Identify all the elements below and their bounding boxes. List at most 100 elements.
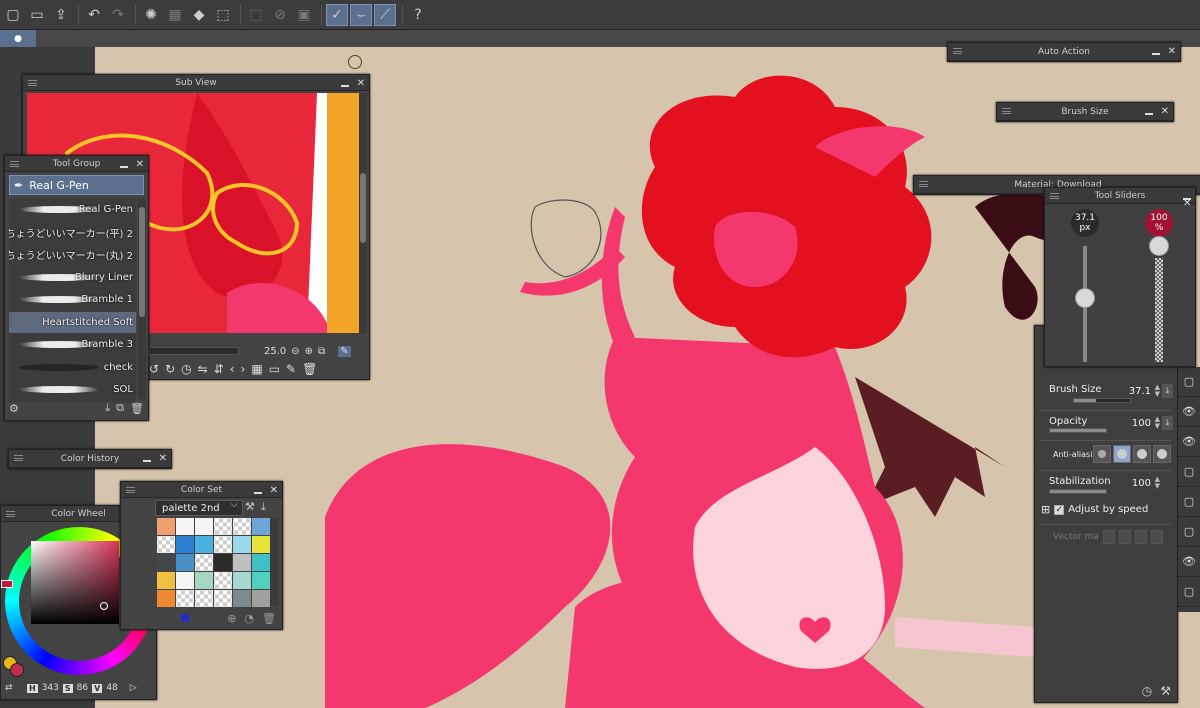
color-swatch[interactable] xyxy=(214,554,232,571)
color-swatch[interactable] xyxy=(157,536,175,553)
opacity-slider-track[interactable] xyxy=(1155,258,1163,362)
clear-icon[interactable]: ✺ xyxy=(140,4,162,26)
zoom-in-icon[interactable]: ⊕ xyxy=(305,346,313,357)
color-swatch[interactable] xyxy=(176,554,194,571)
layer-toggle[interactable]: ▢ xyxy=(1178,457,1200,487)
color-swatch[interactable] xyxy=(195,554,213,571)
color-swatch[interactable] xyxy=(252,590,270,607)
download-icon[interactable]: ⤓ xyxy=(1162,416,1173,430)
opacity-value[interactable]: 100 xyxy=(1132,418,1151,429)
color-swatch[interactable] xyxy=(233,518,251,535)
folder-icon[interactable]: ▭ xyxy=(269,362,280,376)
settings-icon[interactable]: ⚙ xyxy=(9,402,19,415)
minimize-icon[interactable] xyxy=(142,460,151,462)
minimize-icon[interactable] xyxy=(1151,53,1160,55)
color-swatch[interactable] xyxy=(157,572,175,589)
brush-item[interactable]: check xyxy=(9,356,136,379)
saturation-value-square[interactable] xyxy=(31,541,119,624)
drag-grip-icon[interactable] xyxy=(1050,193,1059,199)
spin-icon[interactable]: ▲ ▼ xyxy=(1155,476,1160,490)
brush-item[interactable]: ちょうどいいマーカー(平) 2 xyxy=(9,221,136,244)
drag-grip-icon[interactable] xyxy=(6,511,15,517)
v-value[interactable]: 48 xyxy=(106,683,117,693)
color-swatch[interactable] xyxy=(214,590,232,607)
color-swatch[interactable] xyxy=(195,590,213,607)
drag-grip-icon[interactable] xyxy=(126,487,135,493)
auto-action-titlebar[interactable]: Auto Action ✕ xyxy=(948,43,1180,61)
color-swatch[interactable] xyxy=(157,554,175,571)
minimize-icon[interactable] xyxy=(253,492,262,494)
pen-mode-1-icon[interactable]: ✓ xyxy=(326,3,348,26)
color-swatch[interactable] xyxy=(176,572,194,589)
color-set-titlebar[interactable]: Color Set ✕ xyxy=(121,482,282,498)
color-swatch[interactable] xyxy=(176,518,194,535)
drag-grip-icon[interactable] xyxy=(919,181,928,187)
tool-group-titlebar[interactable]: Tool Group ✕ xyxy=(5,156,148,172)
close-icon[interactable]: ✕ xyxy=(1161,106,1169,117)
minimize-icon[interactable] xyxy=(340,85,349,87)
download-icon[interactable]: ⤓ xyxy=(105,401,110,415)
tool-sliders-titlebar[interactable]: Tool Sliders ✕ xyxy=(1045,188,1195,209)
wrench-icon[interactable]: ⚒ xyxy=(245,500,255,514)
brush-size-bar[interactable] xyxy=(1073,398,1131,403)
color-swatch[interactable] xyxy=(252,536,270,553)
close-icon[interactable]: ✕ xyxy=(357,78,365,89)
color-swatch[interactable] xyxy=(176,536,194,553)
minimize-icon[interactable] xyxy=(1144,113,1153,115)
trash-icon[interactable]: 🗑 xyxy=(302,362,317,376)
flip-vertical-icon[interactable]: ⇵ xyxy=(214,362,224,376)
eye-icon[interactable]: 👁 xyxy=(1178,427,1200,457)
close-icon[interactable]: ✕ xyxy=(136,159,144,170)
zoom-out-icon[interactable]: ⊖ xyxy=(291,346,299,357)
wrench-icon[interactable]: ⚒ xyxy=(1160,684,1171,698)
rotate-right-icon[interactable]: ↻ xyxy=(165,362,175,376)
vector-option-button[interactable] xyxy=(1134,530,1147,544)
antialias-weak-button[interactable] xyxy=(1113,445,1131,463)
brush-item-selected[interactable]: Heartstitched Soft xyxy=(9,311,136,334)
antialias-none-button[interactable] xyxy=(1093,445,1111,463)
tool-group-scrollbar[interactable] xyxy=(138,199,146,399)
color-swatch[interactable] xyxy=(252,518,270,535)
color-swatch[interactable] xyxy=(214,518,232,535)
close-icon[interactable]: ✕ xyxy=(159,453,167,464)
rotate-left-icon[interactable]: ↺ xyxy=(149,362,159,376)
close-icon[interactable]: ✕ xyxy=(270,485,278,496)
drag-grip-icon[interactable] xyxy=(1002,108,1011,114)
undo-icon[interactable]: ↶ xyxy=(83,4,105,26)
drag-grip-icon[interactable] xyxy=(953,48,962,54)
opacity-bar[interactable] xyxy=(1049,428,1107,433)
adjust-by-speed-checkbox[interactable]: ✓ xyxy=(1054,504,1065,515)
expand-icon[interactable]: ⊞ xyxy=(1041,503,1050,516)
grid-icon[interactable]: ▦ xyxy=(251,362,262,376)
brush-item[interactable]: SOL xyxy=(9,379,136,402)
eyedropper-icon[interactable]: ✎ xyxy=(338,345,351,357)
color-swatch[interactable] xyxy=(157,590,175,607)
spin-icon[interactable]: ▲ ▼ xyxy=(1155,416,1160,430)
copy-icon[interactable]: ⧉ xyxy=(116,401,124,415)
stabilization-value[interactable]: 100 xyxy=(1132,478,1151,489)
drag-grip-icon[interactable] xyxy=(28,80,37,86)
drop-icon[interactable]: ◔ xyxy=(244,612,254,625)
antialias-mid-button[interactable] xyxy=(1133,445,1151,463)
layer-toggle[interactable]: ▢ xyxy=(1178,517,1200,547)
play-icon[interactable]: ▷ xyxy=(130,683,137,693)
color-set-scrollbar[interactable] xyxy=(270,518,278,606)
color-swatch[interactable] xyxy=(233,572,251,589)
color-swatch[interactable] xyxy=(233,536,251,553)
color-swatch[interactable] xyxy=(176,590,194,607)
color-swatch[interactable] xyxy=(195,518,213,535)
vector-option-button[interactable] xyxy=(1118,530,1131,544)
close-icon[interactable]: ✕ xyxy=(1168,46,1176,57)
trash-icon[interactable]: 🗑 xyxy=(262,612,276,625)
hue-marker[interactable] xyxy=(1,580,13,588)
drag-grip-icon[interactable] xyxy=(10,161,19,167)
brush-item[interactable]: Bramble 3 xyxy=(9,334,136,357)
vector-option-button[interactable] xyxy=(1150,530,1163,544)
brush-item[interactable]: Real G-Pen xyxy=(9,199,136,222)
open-folder-icon[interactable]: ▭ xyxy=(26,4,48,26)
color-swatch[interactable] xyxy=(214,536,232,553)
redo-icon[interactable]: ↷ xyxy=(107,4,129,26)
s-value[interactable]: 86 xyxy=(77,683,88,693)
new-file-icon[interactable]: ▢ xyxy=(2,4,24,26)
color-swatch[interactable] xyxy=(157,518,175,535)
